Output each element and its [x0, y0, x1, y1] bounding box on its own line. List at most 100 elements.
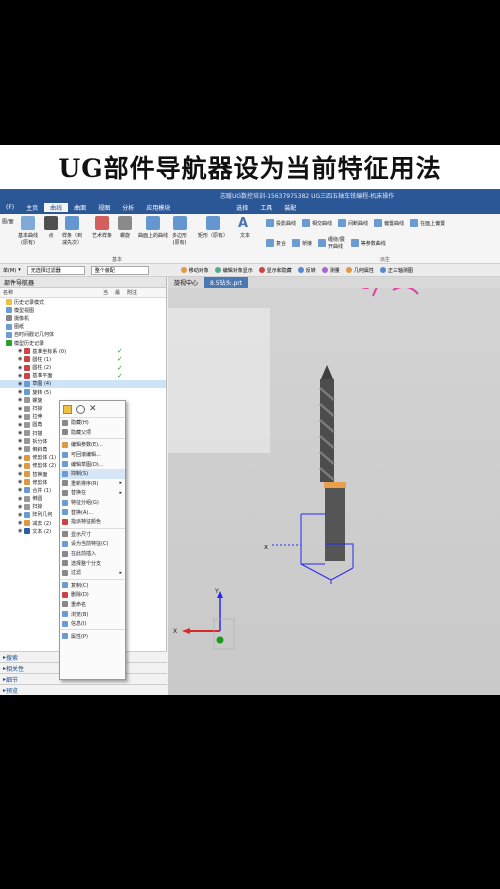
visibility-eye-icon[interactable]: ◉	[18, 520, 22, 526]
ribbon-row-item[interactable]: 投影曲线	[266, 219, 296, 227]
context-menu-item[interactable]: 选择整个分支	[60, 558, 125, 568]
context-menu-item[interactable]: 在此前插入	[60, 549, 125, 559]
ribbon-button[interactable]: 曲面上的曲线	[138, 216, 168, 239]
context-menu-item[interactable]: 替换在 ▸	[60, 488, 125, 498]
ribbon-button[interactable]: 艺术样条	[92, 216, 112, 239]
menu-item[interactable]: 主页	[20, 203, 44, 212]
document-tab[interactable]: 旋视中心	[168, 277, 204, 288]
context-menu-item[interactable]: 重命名	[60, 600, 125, 610]
visibility-eye-icon[interactable]: ◉	[18, 512, 22, 518]
ribbon-button[interactable]: 样条（到 减先次）	[62, 216, 82, 246]
edit-icon[interactable]	[63, 404, 72, 414]
close-icon[interactable]: ✕	[89, 404, 97, 414]
visibility-eye-icon[interactable]: ◉	[18, 406, 22, 412]
context-menu-item[interactable]: 特征分组(G)	[60, 498, 125, 508]
toolbar-item[interactable]: 测量	[321, 267, 340, 274]
toolbar-item[interactable]: 反转	[297, 267, 316, 274]
ribbon-button[interactable]: 基本曲线 (原有)	[18, 216, 38, 246]
tree-row[interactable]: ◉ 草图 (4)	[0, 379, 166, 389]
visibility-eye-icon[interactable]: ◉	[18, 397, 22, 403]
toolbar-item[interactable]: 几何属性	[345, 267, 374, 274]
context-menu-item[interactable]: 复制(C)	[60, 581, 125, 591]
menu-item[interactable]: 应用模块	[140, 203, 176, 212]
visibility-eye-icon[interactable]: ◉	[18, 504, 22, 510]
ribbon-button[interactable]: 点	[44, 216, 58, 239]
tree-row[interactable]: ◉ 基准坐标系 (0) ✓	[0, 347, 166, 355]
visibility-eye-icon[interactable]: ◉	[18, 414, 22, 420]
visibility-eye-icon[interactable]: ◉	[18, 381, 22, 387]
menu-item[interactable]: 曲线	[44, 203, 69, 212]
context-menu-item[interactable]: 抑制(S)	[60, 468, 125, 479]
visibility-eye-icon[interactable]: ◉	[18, 365, 22, 371]
visibility-eye-icon[interactable]: ◉	[18, 430, 22, 436]
tree-row[interactable]: 历史记录模式	[0, 298, 166, 306]
context-menu-item[interactable]: 过滤 ▸	[60, 568, 125, 578]
ribbon-row-item[interactable]: 桥接	[292, 239, 312, 247]
context-menu-item[interactable]: 重新排序(R) ▸	[60, 479, 125, 489]
visibility-eye-icon[interactable]: ◉	[18, 438, 22, 444]
ribbon-button[interactable]: A 文本	[238, 216, 252, 239]
context-menu-item[interactable]: 信息(I)	[60, 619, 125, 629]
menu-item[interactable]: 工具	[254, 203, 278, 212]
menu-item[interactable]: 选择	[230, 203, 254, 212]
ribbon-row-item[interactable]: 偏置曲线	[374, 219, 404, 227]
context-menu-item[interactable]: 属性(P)	[60, 631, 125, 641]
context-menu-item[interactable]: 隐藏(H)	[60, 418, 125, 428]
assembly-scope-select[interactable]: 整个装配	[90, 265, 149, 275]
navigator-section[interactable]: ▸ 预览	[0, 684, 167, 695]
column-header[interactable]: 当	[100, 289, 112, 296]
tree-row[interactable]: ◉ 基准平面 ✓	[0, 372, 166, 380]
context-menu-item[interactable]: 显示尺寸	[60, 530, 125, 540]
visibility-eye-icon[interactable]: ◉	[18, 356, 22, 362]
toolbar-item[interactable]: 显示和隐藏	[258, 267, 292, 274]
context-menu-item[interactable]: 编辑参数(E)...	[60, 440, 125, 450]
ribbon-button[interactable]: 多边形 (原有)	[172, 216, 187, 246]
tree-row[interactable]: 模型历史记录	[0, 339, 166, 347]
ribbon-row-item[interactable]: 在面上偏置	[410, 219, 445, 227]
context-menu-item[interactable]: 替换(A)...	[60, 507, 125, 517]
column-header[interactable]: 最	[112, 289, 124, 296]
context-menu-item[interactable]: 设为当前特征(C)	[60, 539, 125, 549]
ribbon-button[interactable]: 矩形（原有）	[198, 216, 228, 239]
tree-row[interactable]: ◉ 圆柱 (2) ✓	[0, 364, 166, 372]
visibility-eye-icon[interactable]: ◉	[18, 373, 22, 379]
menu-item[interactable]: 分析	[116, 203, 140, 212]
tree-row[interactable]: ◉ 旋转 (5)	[0, 388, 166, 396]
ribbon-row-item[interactable]: 等参数曲线	[350, 239, 386, 247]
visibility-eye-icon[interactable]: ◉	[18, 487, 22, 493]
document-tab[interactable]: 8.5钻头.prt	[204, 277, 249, 288]
tree-row[interactable]: 自时间戳记几何体	[0, 331, 166, 339]
visibility-eye-icon[interactable]: ◉	[18, 463, 22, 469]
visibility-eye-icon[interactable]: ◉	[18, 479, 22, 485]
context-menu-item[interactable]: 删除(D)	[60, 590, 125, 600]
visibility-eye-icon[interactable]: ◉	[18, 496, 22, 502]
visibility-eye-icon[interactable]: ◉	[18, 348, 22, 354]
toolbar-item[interactable]: 编辑对象显示	[214, 267, 253, 274]
menu-item[interactable]: 视图	[92, 203, 116, 212]
menu-item[interactable]: 曲面	[68, 203, 92, 212]
menu-dropdown[interactable]: 单(M) ▾	[3, 267, 21, 274]
menu-item[interactable]: (F)	[0, 204, 20, 211]
menu-item[interactable]: 装配	[278, 203, 302, 212]
column-header[interactable]: 名称	[0, 289, 100, 296]
visibility-eye-icon[interactable]: ◉	[18, 446, 22, 452]
column-header[interactable]: 附注	[124, 289, 154, 296]
visibility-eye-icon[interactable]: ◉	[18, 528, 22, 534]
toolbar-item[interactable]: 移动对象	[180, 267, 209, 274]
context-menu-item[interactable]: 可回滚编辑...	[60, 450, 125, 460]
tree-row[interactable]: 模型视图	[0, 306, 166, 314]
visibility-eye-icon[interactable]: ◉	[18, 389, 22, 395]
ribbon-row-item[interactable]: 缠绕/展 开曲线	[318, 236, 345, 250]
ribbon-row-item[interactable]: 复合	[266, 239, 286, 247]
ribbon-row-item[interactable]: 相交曲线	[302, 219, 332, 227]
context-menu-item[interactable]: 指派特征颜色	[60, 517, 125, 527]
tree-row[interactable]: 摄像机	[0, 314, 166, 322]
type-filter-select[interactable]: 无选择过滤器	[26, 265, 85, 275]
graphics-window[interactable]: x X Y	[168, 288, 500, 695]
tree-row[interactable]: ◉ 圆柱 (1) ✓	[0, 355, 166, 363]
ribbon-row-item[interactable]: 间断曲线	[338, 219, 368, 227]
visibility-eye-icon[interactable]: ◉	[18, 471, 22, 477]
hide-eye-icon[interactable]	[76, 404, 85, 414]
visibility-eye-icon[interactable]: ◉	[18, 422, 22, 428]
context-menu-item[interactable]: 隐藏父项	[60, 428, 125, 438]
